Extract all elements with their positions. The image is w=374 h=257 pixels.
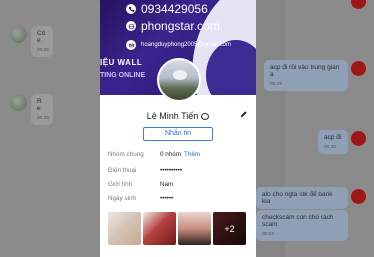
message-text: R e (37, 98, 42, 112)
user-avatar-icon (351, 61, 366, 76)
message-bubble-outgoing: acp đi 00:40 (318, 130, 348, 154)
message-time: 00:39 (270, 82, 283, 87)
profile-name: Lê Minh Tiến (146, 111, 199, 121)
phone-label: Điện thoại (108, 167, 137, 174)
groups-label: Nhóm chung (108, 151, 144, 158)
message-bubble-outgoing: acp đi rồi vào trung gian a 00:39 (264, 60, 348, 91)
message-time: 00:40 (324, 145, 337, 150)
message-bubble-outgoing: alo cho ngta stk để bank kia (256, 187, 348, 209)
message-text: alo cho ngta stk để bank kia (262, 191, 333, 205)
message-text: acp đi rồi vào trung gian a (270, 64, 340, 78)
sender-avatar (10, 94, 27, 111)
cover-email-line: hoangduyphong2005@gmail.com (126, 40, 231, 50)
message-text: Có e (37, 30, 46, 44)
globe-icon (126, 21, 136, 31)
profile-card: 0934429056 phongstar.com hoangduyphong20… (100, 0, 256, 257)
chat-message-left: R e 00:36 (10, 94, 53, 125)
birthday-label: Ngày sinh (108, 195, 137, 202)
add-group-link[interactable]: Thêm (184, 151, 200, 158)
profile-name-row: Lê Minh Tiến (100, 111, 256, 121)
phone-icon (126, 4, 136, 14)
photo-thumbnail[interactable] (108, 212, 141, 245)
user-avatar-icon (351, 0, 366, 9)
profile-avatar[interactable] (157, 58, 201, 102)
cover-site-text: phongstar.com (141, 19, 220, 33)
cover-phone-line: 0934429056 (126, 2, 208, 16)
chat-message-left: Có e 00:36 (10, 26, 53, 57)
cover-ribbon-subtext: TING ONLINE (100, 72, 146, 79)
cover-phone-text: 0934429056 (141, 2, 208, 16)
more-photos-count: +2 (213, 212, 246, 245)
edit-pencil-icon[interactable] (239, 110, 248, 119)
photo-thumbnail-more[interactable]: +2 (213, 212, 246, 245)
groups-value-row: 0 nhóm Thêm (160, 151, 200, 158)
user-avatar-icon (351, 189, 366, 204)
photo-gallery: +2 (108, 212, 246, 245)
message-bubble: R e 00:36 (31, 94, 53, 125)
user-avatar-icon (351, 131, 366, 146)
send-message-button[interactable]: Nhắn tin (143, 127, 213, 141)
photo-thumbnail[interactable] (178, 212, 211, 245)
cover-email-text: hoangduyphong2005@gmail.com (141, 42, 231, 48)
phone-value: •••••••••• (160, 167, 183, 174)
mail-icon (126, 40, 136, 50)
message-bubble-outgoing: checkscam con chó rách scam 00:52 (256, 210, 348, 241)
message-bubble: Có e 00:36 (31, 26, 53, 57)
message-text: acp đi (324, 134, 342, 141)
cover-site-line: phongstar.com (126, 19, 220, 33)
message-time: 00:52 (262, 232, 275, 237)
message-time: 00:36 (37, 116, 50, 121)
gender-value: Nam (160, 181, 174, 188)
message-time: 00:36 (37, 48, 50, 53)
groups-value: 0 nhóm (160, 151, 182, 158)
gender-label: Giới tính (108, 181, 133, 188)
birthday-value: •••••• (160, 195, 174, 202)
photo-thumbnail[interactable] (143, 212, 176, 245)
cover-ribbon-text: IỆU WALL (100, 58, 143, 67)
sender-avatar (10, 26, 27, 43)
chat-bubble-icon (201, 113, 210, 121)
message-text: checkscam con chó rách scam (262, 214, 334, 228)
